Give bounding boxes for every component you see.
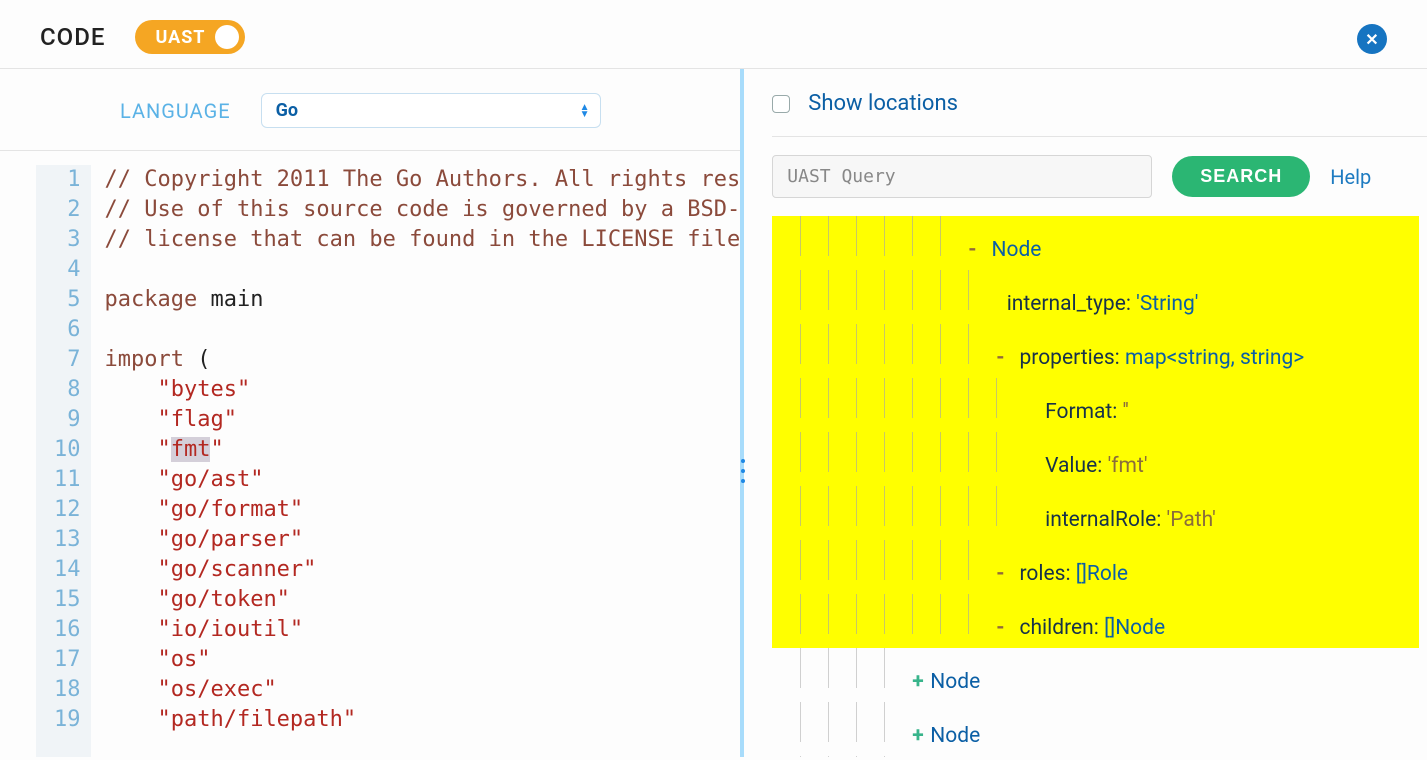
internal-type-row: internal_type: 'String'	[772, 270, 1419, 324]
collapse-toggle[interactable]: -	[996, 338, 1014, 378]
line-number: 11	[54, 465, 81, 495]
show-locations-row: Show locations	[772, 69, 1427, 137]
code-line[interactable]: "os/exec"	[105, 675, 741, 705]
line-number: 14	[54, 555, 81, 585]
code-line[interactable]: "bytes"	[105, 375, 741, 405]
code-line[interactable]	[105, 315, 741, 345]
uast-tree[interactable]: - Node internal_type: 'String' - propert…	[772, 216, 1427, 757]
code-line[interactable]: import (	[105, 345, 741, 375]
line-gutter: 12345678910111213141516171819	[36, 165, 91, 757]
line-number: 5	[54, 285, 81, 315]
code-line[interactable]	[105, 255, 741, 285]
node-title[interactable]: Node	[991, 230, 1041, 270]
line-number: 4	[54, 255, 81, 285]
expand-toggle[interactable]: +	[912, 662, 930, 702]
show-locations-checkbox[interactable]	[772, 95, 790, 113]
code-line[interactable]: package main	[105, 285, 741, 315]
language-label: LANGUAGE	[120, 99, 231, 123]
format-row: Format: ''	[772, 378, 1419, 432]
language-selected-value: Go	[276, 100, 298, 121]
node-title[interactable]: Node	[930, 662, 980, 702]
roles-row[interactable]: - roles: []Role	[772, 540, 1419, 594]
line-number: 2	[54, 195, 81, 225]
line-number: 9	[54, 405, 81, 435]
children-value[interactable]: []Node	[1104, 608, 1165, 648]
uast-toggle-label: UAST	[155, 27, 205, 48]
collapse-toggle[interactable]: -	[968, 230, 986, 270]
value-value: 'fmt'	[1108, 446, 1148, 486]
uast-toggle[interactable]: UAST	[135, 20, 245, 54]
line-number: 18	[54, 675, 81, 705]
collapse-toggle[interactable]: -	[996, 608, 1014, 648]
topbar: CODE UAST ✕	[0, 0, 1427, 69]
collapsed-node[interactable]: + Node	[772, 648, 1419, 702]
code-editor[interactable]: 12345678910111213141516171819 // Copyrig…	[0, 151, 740, 757]
editor-selection: fmt	[171, 437, 211, 462]
expanded-node: - Node internal_type: 'String' - propert…	[772, 216, 1419, 648]
main: LANGUAGE Go ▲▼ 1234567891011121314151617…	[0, 69, 1427, 757]
internal-type-value[interactable]: 'String'	[1136, 284, 1198, 324]
left-pane: LANGUAGE Go ▲▼ 1234567891011121314151617…	[0, 69, 744, 757]
line-number: 10	[54, 435, 81, 465]
show-locations-label[interactable]: Show locations	[808, 91, 958, 116]
children-row[interactable]: - children: []Node	[772, 594, 1419, 648]
collapsed-node-list: + Node+ Node+ Node+ Node+ Node	[772, 648, 1419, 757]
toggle-knob-icon	[215, 25, 239, 49]
internal-role-row: internalRole: 'Path'	[772, 486, 1419, 540]
code-content[interactable]: // Copyright 2011 The Go Authors. All ri…	[91, 165, 741, 757]
code-line[interactable]: // Copyright 2011 The Go Authors. All ri…	[105, 165, 741, 195]
code-line[interactable]: "io/ioutil"	[105, 615, 741, 645]
code-line[interactable]: // license that can be found in the LICE…	[105, 225, 741, 255]
code-line[interactable]: "fmt"	[105, 435, 741, 465]
line-number: 1	[54, 165, 81, 195]
node-header[interactable]: - Node	[772, 216, 1419, 270]
line-number: 8	[54, 375, 81, 405]
code-line[interactable]: // Use of this source code is governed b…	[105, 195, 741, 225]
code-line[interactable]: "go/parser"	[105, 525, 741, 555]
line-number: 15	[54, 585, 81, 615]
properties-row[interactable]: - properties: map<string, string>	[772, 324, 1419, 378]
close-button[interactable]: ✕	[1357, 24, 1387, 54]
query-row: SEARCH Help	[772, 137, 1427, 216]
code-line[interactable]: "go/ast"	[105, 465, 741, 495]
format-value: ''	[1123, 392, 1129, 432]
code-line[interactable]: "go/scanner"	[105, 555, 741, 585]
collapsed-node[interactable]: + Node	[772, 756, 1419, 757]
language-row: LANGUAGE Go ▲▼	[0, 69, 740, 151]
roles-value[interactable]: []Role	[1076, 554, 1128, 594]
line-number: 6	[54, 315, 81, 345]
expand-toggle[interactable]: +	[912, 716, 930, 756]
pane-drag-handle[interactable]	[738, 459, 748, 483]
line-number: 12	[54, 495, 81, 525]
help-link[interactable]: Help	[1330, 165, 1371, 189]
line-number: 13	[54, 525, 81, 555]
code-line[interactable]: "os"	[105, 645, 741, 675]
select-arrows-icon: ▲▼	[580, 104, 590, 118]
code-line[interactable]: "path/filepath"	[105, 705, 741, 735]
language-select[interactable]: Go ▲▼	[261, 93, 601, 128]
code-line[interactable]: "flag"	[105, 405, 741, 435]
collapse-toggle[interactable]: -	[996, 554, 1014, 594]
node-title[interactable]: Node	[930, 716, 980, 756]
code-line[interactable]: "go/format"	[105, 495, 741, 525]
internal-role-value: 'Path'	[1167, 500, 1216, 540]
close-icon: ✕	[1365, 30, 1378, 49]
right-pane: Show locations SEARCH Help - Node intern…	[744, 69, 1427, 757]
properties-type[interactable]: map<string, string>	[1125, 338, 1304, 378]
line-number: 16	[54, 615, 81, 645]
line-number: 19	[54, 705, 81, 735]
line-number: 7	[54, 345, 81, 375]
code-line[interactable]: "go/token"	[105, 585, 741, 615]
line-number: 17	[54, 645, 81, 675]
search-button[interactable]: SEARCH	[1172, 156, 1310, 197]
collapsed-node[interactable]: + Node	[772, 702, 1419, 756]
code-tab-label[interactable]: CODE	[40, 23, 105, 51]
uast-query-input[interactable]	[772, 155, 1152, 198]
line-number: 3	[54, 225, 81, 255]
value-row: Value: 'fmt'	[772, 432, 1419, 486]
